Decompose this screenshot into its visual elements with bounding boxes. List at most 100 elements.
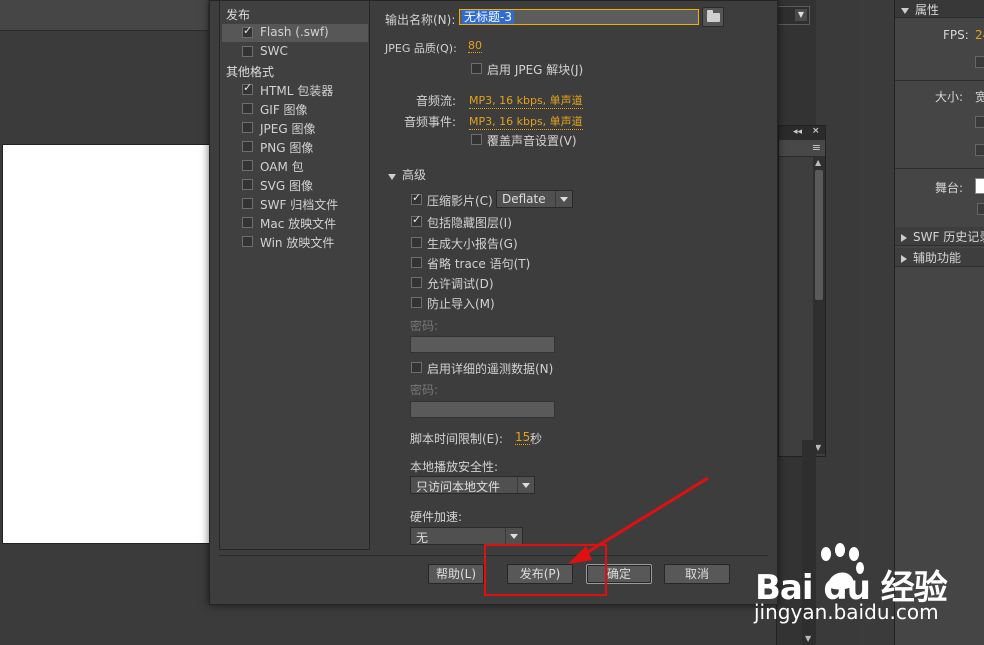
format-item-html[interactable]: ✓ HTML 包装器 [222,81,368,99]
password-label: 密码: [410,319,439,333]
output-name-label: 输出名称(N): [385,13,456,27]
stage-color-swatch[interactable] [975,178,984,194]
annotation-arrow-icon [568,476,709,564]
format-item-label: OAM 包 [260,160,304,174]
stage-canvas[interactable] [2,144,210,544]
chevron-down-icon: ▼ [795,9,807,21]
local-security-dropdown[interactable]: 只访问本地文件 [410,476,535,494]
accessibility-section[interactable]: 辅助功能 [895,248,984,267]
swf-history-section[interactable]: SWF 历史记录 [895,227,984,246]
audio-stream-value[interactable]: MP3, 16 kbps, 单声道 [469,92,583,109]
hw-accel-value: 无 [416,531,429,545]
format-item-label: SWF 归档文件 [260,198,339,212]
swf-archive-checkbox[interactable] [242,198,253,209]
chevron-down-icon [555,191,572,207]
script-time-label: 脚本时间限制(E): [410,432,503,446]
expand-icon [901,233,907,242]
fps-value[interactable]: 24 [975,28,984,42]
oam-checkbox[interactable] [242,160,253,171]
output-name-value: 无标题-3 [462,10,514,24]
divider [895,168,984,169]
override-sound-checkbox[interactable] [471,134,482,145]
floating-panel-header[interactable]: ◂◂ × [779,126,825,140]
permit-debug-checkbox[interactable] [411,277,422,288]
props-checkbox[interactable] [975,56,984,68]
floating-panel-scrollbar[interactable]: ▲ ▼ [813,156,825,454]
other-formats-category: 其他格式 [226,65,275,79]
format-item-label: SWC [260,44,288,58]
telemetry-password-label: 密码: [410,383,439,397]
protect-import-label: 防止导入(M) [427,297,495,311]
format-item-label: PNG 图像 [260,141,314,155]
scroll-down-icon[interactable]: ▼ [805,634,811,643]
properties-panel: 属性 FPS: 24 大小: 宽 舞台: SWF 历史记录 辅助功能 [894,0,984,645]
png-checkbox[interactable] [242,141,253,152]
format-item-png[interactable]: PNG 图像 [222,138,368,156]
stage-label: 舞台: [935,181,964,195]
telemetry-password-input[interactable] [410,401,555,418]
password-input[interactable] [410,336,555,353]
props-checkbox[interactable] [975,144,984,156]
audio-stream-label: 音频流: [416,94,457,108]
properties-header[interactable]: 属性 [895,0,984,18]
flash-checkbox[interactable]: ✓ [242,24,253,38]
background-dropdown[interactable]: ▼ [776,6,810,25]
advanced-expand-icon[interactable] [388,169,402,183]
size-report-checkbox[interactable] [411,237,422,248]
hw-accel-label: 硬件加速: [410,510,463,524]
help-button[interactable]: 帮助(L) [428,564,484,584]
local-security-label: 本地播放安全性: [410,460,499,474]
format-item-label: Flash (.swf) [260,25,329,39]
jpeg-checkbox[interactable] [242,122,253,133]
chevron-down-icon [517,477,534,493]
detailed-telemetry-checkbox[interactable] [411,362,422,373]
size-value[interactable]: 宽 [975,88,984,105]
accessibility-label: 辅助功能 [913,251,962,265]
format-item-swf-archive[interactable]: SWF 归档文件 [222,195,368,213]
swc-checkbox[interactable] [242,46,253,57]
gif-checkbox[interactable] [242,103,253,114]
protect-import-checkbox[interactable] [411,297,422,308]
panel-menu-icon[interactable]: ≡ [812,141,821,154]
jpeg-deblock-checkbox[interactable] [471,63,482,74]
win-projector-checkbox[interactable] [242,236,253,247]
watermark-url: jingyan.baidu.com [754,600,939,624]
script-time-value[interactable]: 15 [515,430,531,445]
props-checkbox[interactable] [975,116,984,128]
jpeg-quality-label: JPEG 品质(Q): [385,42,457,55]
include-hidden-checkbox[interactable]: ✓ [411,213,422,227]
compress-type-value: Deflate [502,192,546,206]
compress-type-dropdown[interactable]: Deflate [496,190,573,208]
advanced-header[interactable]: 高级 [402,166,426,183]
html-checkbox[interactable]: ✓ [242,81,253,95]
override-sound-label: 覆盖声音设置(V) [487,134,577,148]
floating-panel: ◂◂ × ≡ ▲ ▼ [778,125,826,457]
props-checkbox[interactable] [977,203,984,215]
jpeg-quality-value[interactable]: 80 [468,39,482,53]
format-item-win-projector[interactable]: Win 放映文件 [222,233,368,251]
compress-movie-checkbox[interactable]: ✓ [411,191,422,205]
format-item-gif[interactable]: GIF 图像 [222,100,368,118]
collapse-icon[interactable]: ◂◂ [793,127,802,137]
permit-debug-label: 允许调试(D) [427,277,494,291]
svg-checkbox[interactable] [242,179,253,190]
format-item-swc[interactable]: SWC [222,43,368,61]
format-item-svg[interactable]: SVG 图像 [222,176,368,194]
hw-accel-dropdown[interactable]: 无 [410,527,523,545]
scroll-thumb[interactable] [815,170,823,300]
format-item-mac-projector[interactable]: Mac 放映文件 [222,214,368,232]
format-item-flash[interactable]: ✓ Flash (.swf) [222,24,368,42]
format-item-label: GIF 图像 [260,103,308,117]
format-item-oam[interactable]: OAM 包 [222,157,368,175]
output-name-input[interactable]: 无标题-3 [459,9,699,25]
include-hidden-label: 包括隐藏图层(I) [427,216,512,230]
scroll-up-icon[interactable]: ▲ [815,158,821,167]
omit-trace-checkbox[interactable] [411,257,422,268]
browse-folder-button[interactable] [702,7,724,27]
format-list: 发布 ✓ Flash (.swf) SWC 其他格式 ✓ HTML 包装器 GI… [219,0,370,550]
mac-projector-checkbox[interactable] [242,217,253,228]
close-icon[interactable]: × [812,126,820,136]
detailed-telemetry-label: 启用详细的遥测数据(N) [427,362,554,376]
format-item-jpeg[interactable]: JPEG 图像 [222,119,368,137]
audio-event-value[interactable]: MP3, 16 kbps, 单声道 [469,113,583,130]
